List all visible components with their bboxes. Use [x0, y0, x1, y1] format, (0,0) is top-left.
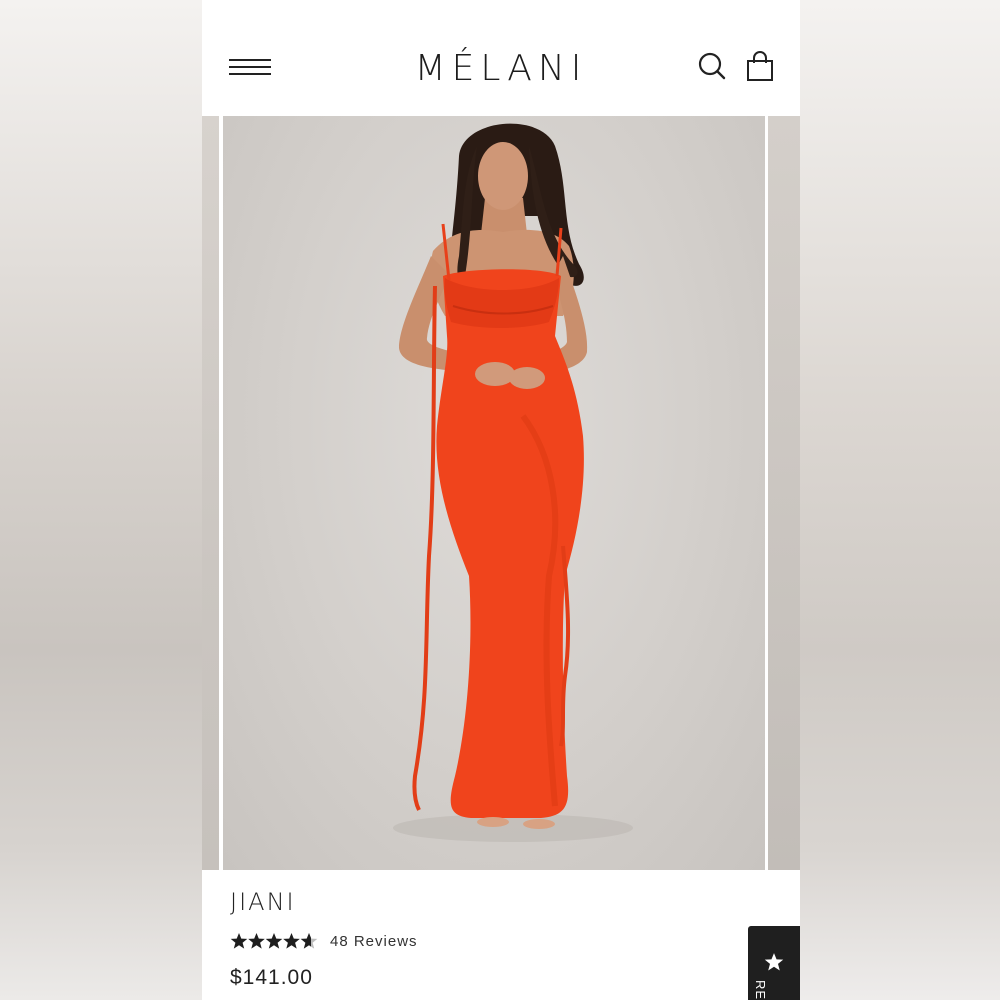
background-blur-left: [0, 0, 202, 1000]
model-in-red-dress-image: [393, 123, 633, 842]
previous-slide-peek[interactable]: [202, 116, 219, 870]
mobile-page: MÉLANI JIANI 48 Reviews $141.00: [202, 0, 800, 1000]
product-photo[interactable]: [223, 116, 765, 870]
product-info: JIANI 48 Reviews $141.00: [202, 870, 800, 1000]
reviews-tab-label: REVIEWS: [753, 980, 768, 1000]
star-rating-icon: [230, 933, 318, 949]
shopping-bag-icon: [747, 51, 773, 81]
reviews-side-tab[interactable]: REVIEWS: [748, 926, 800, 1000]
rating-stars: [230, 932, 318, 950]
product-title: JIANI: [230, 888, 296, 916]
next-slide-peek[interactable]: [768, 116, 800, 870]
reviews-count-link[interactable]: 48 Reviews: [330, 933, 418, 950]
background-blur-right: [798, 0, 1000, 1000]
search-icon: [698, 52, 726, 80]
star-icon: [764, 953, 784, 971]
product-image-carousel[interactable]: [202, 116, 800, 870]
site-header: MÉLANI: [202, 0, 800, 116]
product-price: $141.00: [230, 966, 313, 989]
cart-button[interactable]: [744, 50, 778, 84]
product-rating[interactable]: 48 Reviews: [230, 932, 418, 950]
search-button[interactable]: [696, 50, 730, 84]
